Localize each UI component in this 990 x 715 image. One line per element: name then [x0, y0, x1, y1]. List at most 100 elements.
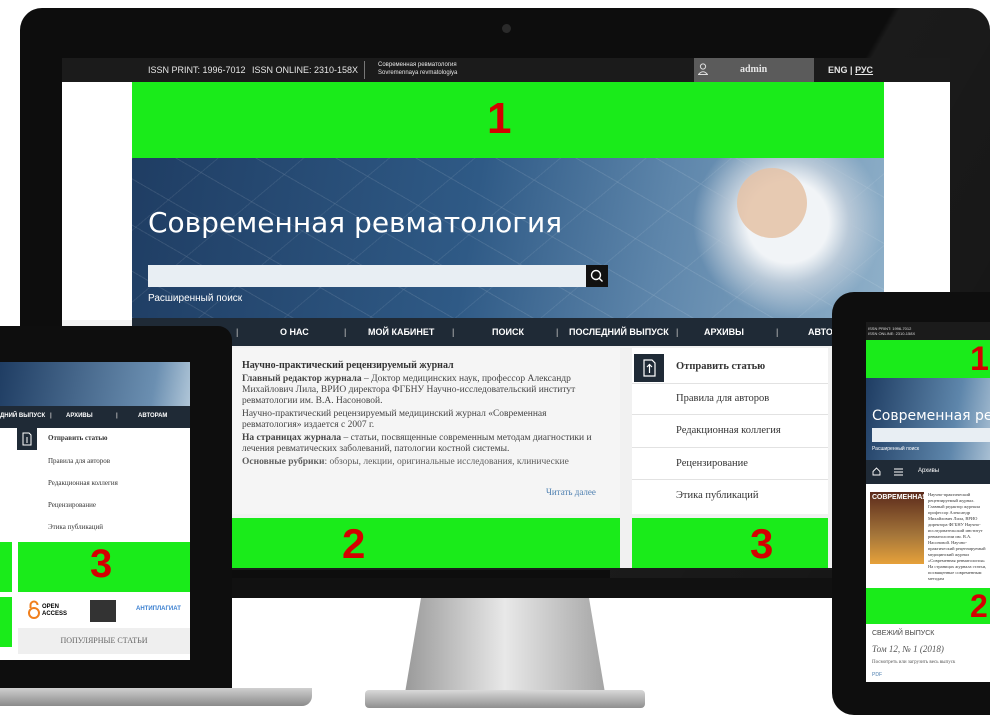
partner-logo[interactable]: [90, 600, 116, 622]
nav-item-authors[interactable]: АВТО: [808, 327, 833, 337]
tablet-nav: Архивы: [866, 460, 990, 484]
nav-separator: |: [344, 327, 347, 337]
journal-cover-title: СОВРЕМЕННАЯ: [872, 494, 928, 501]
document-upload-icon: [643, 359, 656, 377]
monitor-camera: [502, 24, 511, 33]
about-topics-label: На страницах журнала: [242, 433, 342, 443]
about-text: Главный редактор журнала – Доктор медици…: [242, 374, 606, 468]
open-access-logo[interactable]: OPEN ACCESS: [42, 604, 68, 618]
journal-cover[interactable]: СОВРЕМЕННАЯ: [870, 492, 928, 564]
menu-divider: [632, 479, 828, 480]
monitor-stand-base: [365, 690, 645, 708]
nav-item-search[interactable]: ПОИСК: [492, 327, 524, 337]
latest-issue-heading: СВЕЖИЙ ВЫПУСК: [872, 630, 935, 637]
menu-editorial-board[interactable]: Редакционная коллегия: [676, 425, 781, 436]
nav-separator: |: [236, 327, 239, 337]
menu-icon[interactable]: [894, 468, 903, 476]
open-access-icon: [28, 600, 40, 619]
hero-photo-face: [737, 168, 807, 238]
nav-item-about[interactable]: О НАС: [280, 327, 309, 337]
popular-articles-heading[interactable]: ПОПУЛЯРНЫЕ СТАТЬИ: [18, 628, 190, 654]
advanced-search-link[interactable]: Расширенный поиск: [148, 293, 242, 304]
nav-separator: |: [116, 413, 118, 419]
tablet-search-input[interactable]: [872, 428, 990, 442]
tablet-top-bar: ISSN PRINT: 1996-7012 ISSN ONLINE: 2310-1…: [866, 322, 990, 340]
tablet-banner-zone-1: 1: [866, 340, 990, 378]
about-published: Научно-практический рецензируемый медици…: [242, 409, 547, 430]
home-icon[interactable]: [872, 467, 881, 476]
tablet-bottom-bezel: [866, 682, 990, 704]
laptop-hero: [0, 362, 190, 406]
lang-eng[interactable]: ENG: [828, 65, 848, 75]
tablet-hero: Современная ревма Расширенный поиск: [866, 378, 990, 460]
tablet-issn: ISSN PRINT: 1996-7012 ISSN ONLINE: 2310-1…: [868, 326, 916, 336]
zone-3-label: 3: [750, 520, 774, 567]
laptop-menu-board[interactable]: Редакционная коллегия: [48, 479, 118, 487]
laptop-menu-review[interactable]: Рецензирование: [48, 501, 96, 509]
search-input[interactable]: [148, 265, 586, 287]
tablet-zone-2-label: 2: [970, 588, 988, 624]
about-editor-label: Главный редактор журнала: [242, 374, 362, 384]
nav-separator: |: [50, 413, 52, 419]
tablet-about-text: Научно-практический рецензируемый журнал…: [928, 492, 987, 581]
search-button[interactable]: [586, 265, 608, 287]
nav-item-archives[interactable]: АРХИВЫ: [704, 327, 744, 337]
search-icon: [590, 269, 603, 282]
menu-submit-article[interactable]: Отправить статью: [676, 361, 765, 372]
laptop-nav-archives[interactable]: АРХИВЫ: [66, 413, 93, 419]
read-more-link[interactable]: Читать далее: [546, 487, 596, 497]
laptop-banner-left-2: [0, 597, 12, 647]
laptop-submit-icon[interactable]: [17, 428, 37, 450]
tablet-advanced-search[interactable]: Расширенный поиск: [872, 446, 919, 452]
laptop-screen: ДНИЙ ВЫПУСК | АРХИВЫ | АВТОРАМ Отправить…: [0, 362, 190, 660]
about-rubrics-label: Основные рубрики: [242, 457, 325, 467]
language-switch: ENG | РУС: [828, 65, 873, 75]
submit-article-icon[interactable]: [634, 354, 664, 382]
nav-item-cabinet[interactable]: МОЙ КАБИНЕТ: [368, 327, 434, 337]
laptop-menu-submit[interactable]: Отправить статью: [48, 434, 107, 442]
laptop-banner-left: [0, 542, 12, 592]
view-issue-link[interactable]: Посмотреть или загрузить весь выпуск: [872, 660, 955, 665]
nav-item-latest-issue[interactable]: ПОСЛЕДНИЙ ВЫПУСК: [569, 327, 669, 337]
monitor-stand: [405, 598, 605, 693]
journal-name-lat: Sovremennaya revmatologiya: [378, 70, 458, 76]
user-icon: [698, 63, 708, 75]
tablet-nav-archives[interactable]: Архивы: [918, 468, 939, 474]
menu-author-rules[interactable]: Правила для авторов: [676, 393, 769, 404]
nav-separator: |: [676, 327, 679, 337]
banner-zone-3: 3: [632, 518, 828, 568]
banner-zone-2: 2: [230, 518, 620, 568]
issn-print: ISSN PRINT: 1996-7012: [148, 65, 246, 75]
journal-name[interactable]: Современная ревматология Sovremennaya re…: [378, 61, 457, 77]
document-upload-icon: [22, 432, 32, 446]
menu-peer-review[interactable]: Рецензирование: [676, 458, 748, 469]
banner-zone-1: 1: [132, 82, 884, 158]
laptop-nav: ДНИЙ ВЫПУСК | АРХИВЫ | АВТОРАМ: [0, 406, 190, 428]
laptop-base: [0, 688, 312, 706]
hero-banner: Современная ревматология Расширенный пои…: [132, 158, 884, 318]
menu-ethics[interactable]: Этика публикаций: [676, 490, 759, 501]
antiplagiat-logo[interactable]: АНТИПЛАГИАТ: [136, 606, 181, 612]
username[interactable]: admin: [740, 64, 767, 75]
lang-rus[interactable]: РУС: [855, 65, 873, 75]
main-nav: | О НАС | МОЙ КАБИНЕТ | ПОИСК | ПОСЛЕДНИ…: [132, 318, 950, 346]
lang-separator: |: [850, 65, 853, 75]
laptop-nav-latest[interactable]: ДНИЙ ВЫПУСК: [0, 413, 45, 419]
laptop-nav-authors[interactable]: АВТОРАМ: [138, 413, 167, 419]
tablet-zone-1-label: 1: [970, 340, 989, 378]
laptop-menu-rules[interactable]: Правила для авторов: [48, 457, 110, 465]
tablet-site-title: Современная ревма: [872, 408, 990, 424]
nav-separator: |: [556, 327, 559, 337]
laptop-menu-ethics[interactable]: Этика публикаций: [48, 523, 103, 531]
tablet-banner-zone-2: 2: [866, 588, 990, 624]
laptop-zone-3-label: 3: [90, 542, 113, 586]
topbar-divider: [364, 61, 365, 79]
journal-name-ru: Современная ревматология: [378, 62, 457, 68]
zone-1-label: 1: [487, 94, 512, 143]
site-title: Современная ревматология: [148, 206, 563, 239]
issue-volume[interactable]: Том 12, № 1 (2018): [872, 644, 944, 654]
pdf-link[interactable]: PDF: [872, 672, 882, 678]
tablet-screen: ISSN PRINT: 1996-7012 ISSN ONLINE: 2310-1…: [866, 322, 990, 682]
about-heading: Научно-практический рецензируемый журнал: [242, 360, 454, 371]
page-margin-left: [62, 82, 132, 320]
